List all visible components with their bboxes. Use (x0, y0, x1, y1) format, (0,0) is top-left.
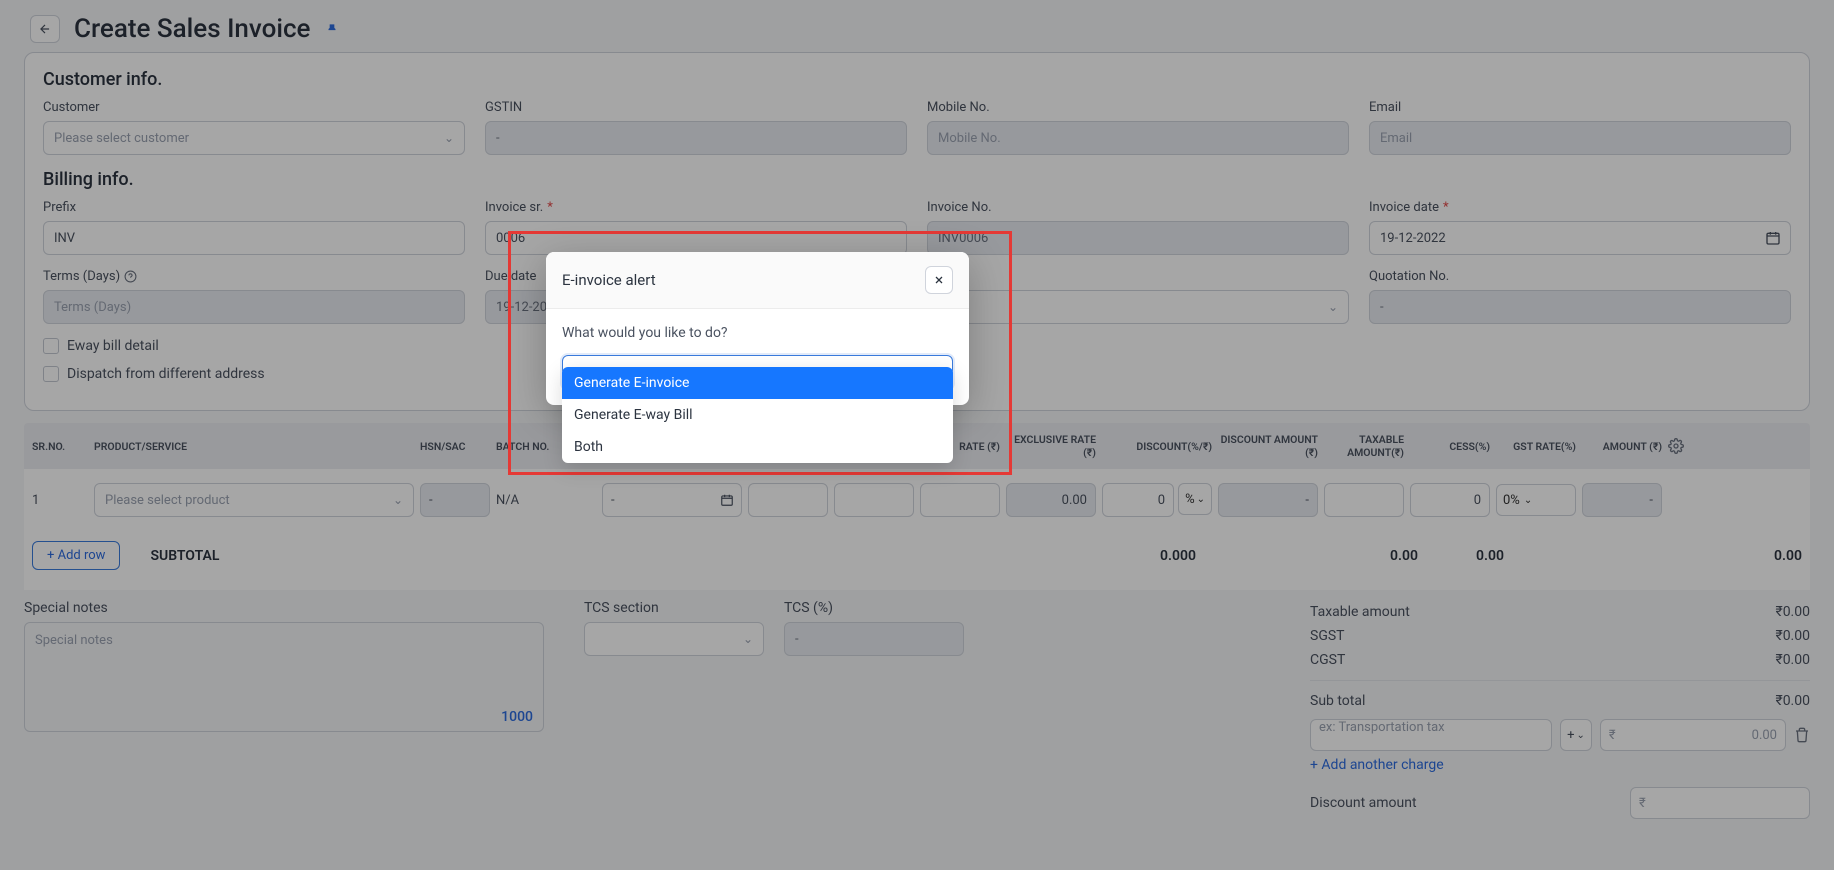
option-generate-eway-bill[interactable]: Generate E-way Bill (562, 399, 953, 431)
modal-options-dropdown: Generate E-invoice Generate E-way Bill B… (562, 367, 953, 463)
modal-title: E-invoice alert (562, 271, 656, 289)
option-generate-einvoice[interactable]: Generate E-invoice (562, 367, 953, 399)
close-icon (933, 274, 945, 286)
einvoice-alert-modal: E-invoice alert What would you like to d… (546, 252, 969, 405)
modal-close-button[interactable] (925, 266, 953, 294)
option-both[interactable]: Both (562, 431, 953, 463)
modal-question: What would you like to do? (562, 325, 953, 341)
